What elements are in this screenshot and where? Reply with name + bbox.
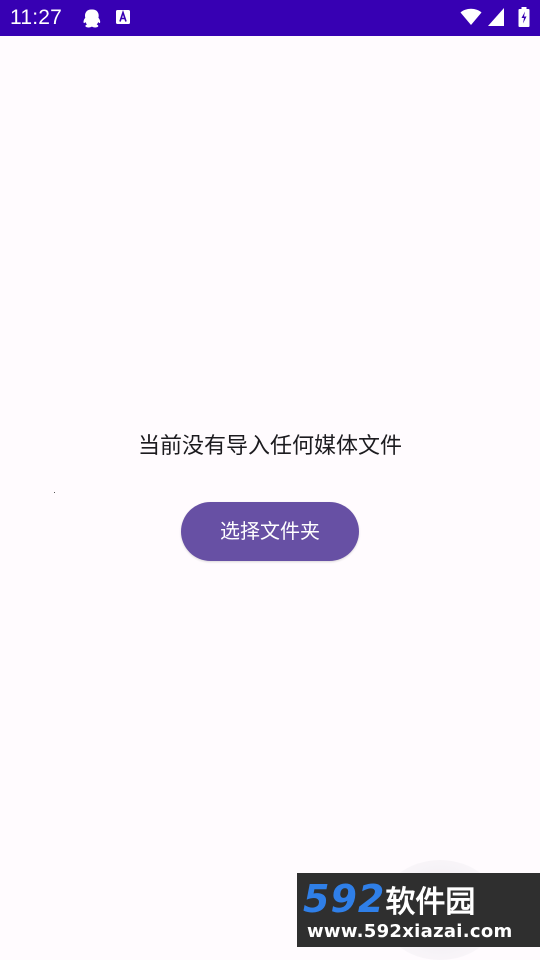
battery-charging-icon (518, 7, 530, 27)
watermark-url: www.592xiazai.com (307, 921, 513, 942)
a-icon (116, 9, 130, 24)
status-time: 11:27 (10, 6, 62, 29)
watermark: 592软件园 www.592xiazai.com (297, 873, 540, 947)
watermark-brand-text: 软件园 (385, 885, 476, 920)
signal-icon (488, 8, 504, 26)
watermark-brand-number: 592 (303, 877, 386, 921)
qq-icon (83, 9, 101, 28)
select-folder-button[interactable]: 选择文件夹 (181, 502, 359, 561)
wifi-icon (460, 8, 482, 26)
status-bar: 11:27 (0, 0, 540, 36)
decorative-dot (54, 492, 55, 493)
watermark-brand: 592软件园 (303, 877, 475, 921)
empty-message: 当前没有导入任何媒体文件 (137, 434, 402, 459)
